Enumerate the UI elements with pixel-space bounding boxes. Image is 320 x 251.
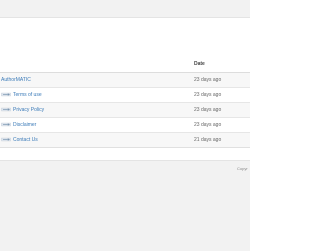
date-column-header[interactable]: Date [194, 61, 205, 67]
page-link-authormatic[interactable]: AuthorMATIC [1, 77, 31, 83]
page-link-privacy-policy[interactable]: Privacy Policy [13, 107, 44, 113]
page-link-terms-of-use[interactable]: Terms of use [13, 92, 42, 98]
date-cell: 23 days ago [194, 77, 222, 83]
table-row: Contact Us 21 days ago [0, 133, 250, 148]
child-arrow-icon [1, 92, 11, 97]
page-link-contact-us[interactable]: Contact Us [13, 137, 38, 143]
date-cell: 23 days ago [194, 122, 222, 128]
content-divider [0, 147, 250, 148]
copyright-text: Copyr [237, 166, 248, 171]
table-header: Date [0, 56, 250, 73]
child-arrow-icon [1, 107, 11, 112]
table-row: Privacy Policy 23 days ago [0, 103, 250, 118]
table-row: Disclaimer 23 days ago [0, 118, 250, 133]
table-row: Terms of use 23 days ago [0, 88, 250, 103]
table-row: AuthorMATIC 23 days ago [0, 73, 250, 88]
date-cell: 23 days ago [194, 107, 222, 113]
pages-table: Date AuthorMATIC 23 days ago Terms of us… [0, 56, 250, 148]
date-cell: 23 days ago [194, 92, 222, 98]
child-arrow-icon [1, 137, 11, 142]
footer: Copyr [0, 160, 250, 251]
page-link-disclaimer[interactable]: Disclaimer [13, 122, 36, 128]
date-cell: 21 days ago [194, 137, 222, 143]
child-arrow-icon [1, 122, 11, 127]
top-bar [0, 0, 250, 18]
